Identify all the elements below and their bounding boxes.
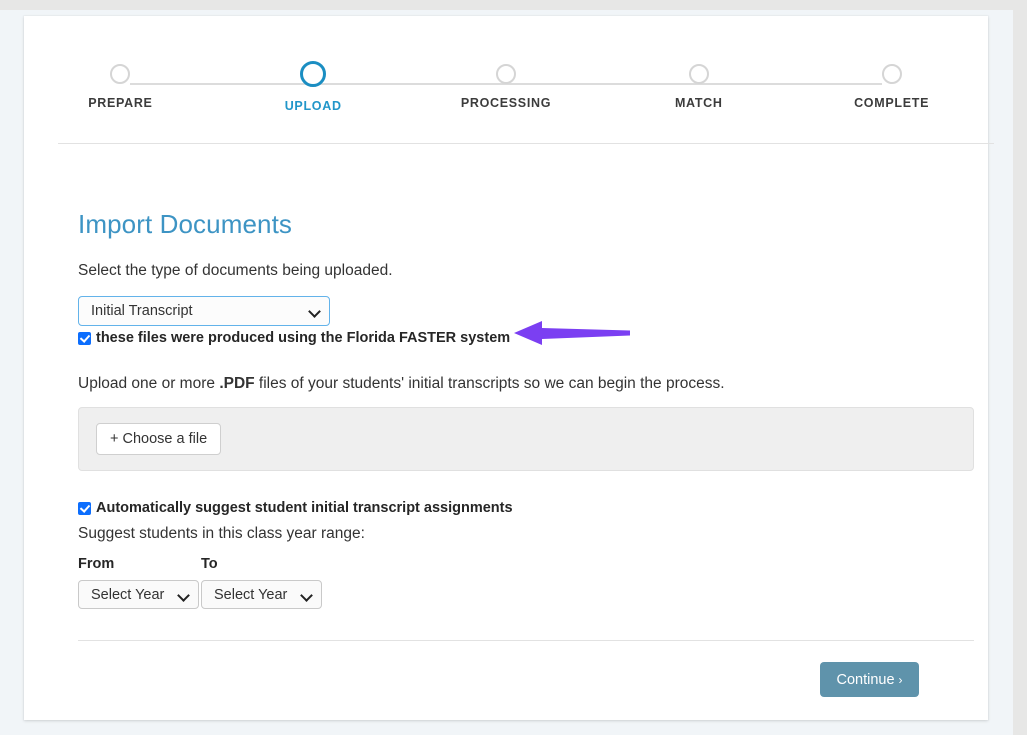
step-upload[interactable]: UPLOAD bbox=[217, 61, 410, 113]
step-dot-complete bbox=[881, 64, 902, 84]
choose-file-button[interactable]: + Choose a file bbox=[96, 423, 222, 455]
step-dot-prepare bbox=[110, 64, 131, 84]
step-label-processing: PROCESSING bbox=[460, 96, 552, 110]
autosuggest-checkbox-row[interactable]: Automatically suggest student initial tr… bbox=[78, 499, 513, 518]
from-year-select-wrapper: Select Year bbox=[78, 580, 199, 609]
doc-type-select[interactable]: Initial Transcript bbox=[78, 296, 330, 326]
faster-checkbox-row[interactable]: these files were produced using the Flor… bbox=[78, 329, 510, 348]
upload-instructions-post: files of your students' initial transcri… bbox=[254, 375, 725, 392]
step-match[interactable]: MATCH bbox=[602, 64, 795, 113]
to-year-select-wrapper: Select Year bbox=[201, 580, 322, 609]
divider-top bbox=[58, 143, 994, 144]
file-drop-zone[interactable]: + Choose a file bbox=[78, 407, 974, 471]
checkbox-checked-icon[interactable] bbox=[78, 502, 91, 515]
step-dot-processing bbox=[495, 64, 516, 84]
step-label-match: MATCH bbox=[674, 96, 723, 110]
continue-button-label: Continue bbox=[836, 671, 895, 688]
to-header: To bbox=[201, 556, 218, 572]
step-dot-upload bbox=[300, 61, 327, 87]
step-label-prepare: PREPARE bbox=[88, 96, 153, 110]
step-processing[interactable]: PROCESSING bbox=[410, 64, 603, 113]
autosuggest-checkbox-label: Automatically suggest student initial tr… bbox=[96, 500, 513, 516]
upload-instructions: Upload one or more .PDF files of your st… bbox=[78, 375, 725, 393]
arrow-left-annotation-icon bbox=[514, 321, 630, 345]
doc-type-select-wrapper: Initial Transcript bbox=[78, 296, 330, 326]
divider-bottom bbox=[78, 640, 974, 641]
progress-stepper: PREPARE UPLOAD PROCESSING MATCH COMPLETE bbox=[24, 61, 988, 134]
step-complete[interactable]: COMPLETE bbox=[795, 64, 988, 113]
continue-button[interactable]: Continue › bbox=[820, 662, 919, 697]
page-background: PREPARE UPLOAD PROCESSING MATCH COMPLETE bbox=[0, 10, 1013, 735]
step-label-upload: UPLOAD bbox=[284, 99, 342, 113]
step-label-complete: COMPLETE bbox=[854, 96, 930, 110]
step-dot-match bbox=[688, 64, 709, 84]
from-header: From bbox=[78, 556, 115, 572]
checkbox-checked-icon[interactable] bbox=[78, 332, 91, 345]
faster-checkbox-label: these files were produced using the Flor… bbox=[96, 330, 511, 346]
upload-instructions-pre: Upload one or more bbox=[78, 375, 220, 392]
page-title: Import Documents bbox=[78, 209, 293, 240]
to-year-select[interactable]: Select Year bbox=[201, 580, 322, 609]
wizard-card: PREPARE UPLOAD PROCESSING MATCH COMPLETE bbox=[24, 16, 994, 720]
suggest-range-text: Suggest students in this class year rang… bbox=[78, 525, 365, 542]
upload-instructions-format: .PDF bbox=[219, 375, 255, 392]
from-year-select[interactable]: Select Year bbox=[78, 580, 199, 609]
chevron-right-icon: › bbox=[898, 672, 903, 687]
step-prepare[interactable]: PREPARE bbox=[24, 64, 217, 113]
doc-type-label: Select the type of documents being uploa… bbox=[78, 262, 393, 279]
